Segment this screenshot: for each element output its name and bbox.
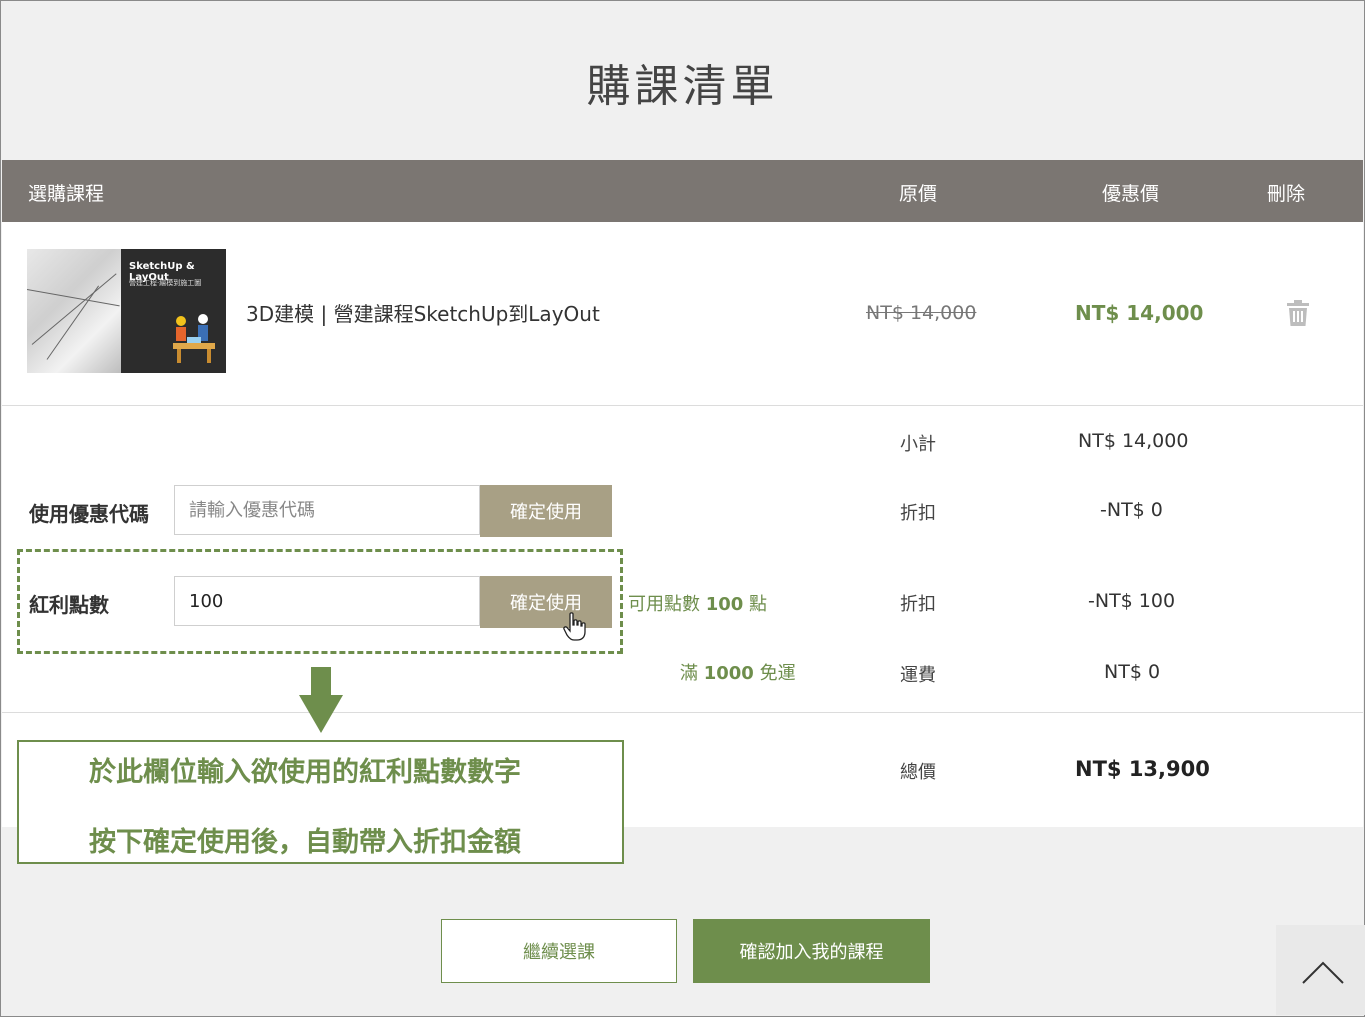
sale-price: NT$ 14,000 <box>1075 301 1204 325</box>
header-course: 選購課程 <box>28 183 105 205</box>
instruction-callout: 於此欄位輸入欲使用的紅利點數數字 按下確定使用後，自動帶入折扣金額 <box>17 740 624 864</box>
page-title: 購課清單 <box>586 61 779 112</box>
available-points-prefix: 可用點數 <box>628 594 700 615</box>
header-delete: 刪除 <box>1267 183 1306 205</box>
coupon-label: 使用優惠代碼 <box>29 502 149 526</box>
shipping-value: NT$ 0 <box>1104 661 1161 683</box>
points-discount-value: -NT$ 100 <box>1088 590 1176 612</box>
shipping-label: 運費 <box>900 665 936 686</box>
thumbnail-line <box>27 289 120 307</box>
free-shipping-suffix: 免運 <box>759 663 796 684</box>
header-sale-price: 優惠價 <box>1102 183 1160 205</box>
available-points-count: 100 <box>705 594 744 615</box>
free-shipping-prefix: 滿 <box>680 663 698 684</box>
coupon-apply-button[interactable]: 確定使用 <box>480 485 612 537</box>
original-price: NT$ 14,000 <box>866 302 977 324</box>
trash-icon[interactable] <box>1287 300 1309 326</box>
thumbnail-line <box>31 273 117 345</box>
scroll-top-button[interactable] <box>1276 925 1365 1015</box>
item-divider <box>2 405 1363 406</box>
continue-shopping-button[interactable]: 繼續選課 <box>441 919 677 983</box>
coupon-input[interactable] <box>174 485 480 535</box>
course-name[interactable]: 3D建模 | 營建課程SketchUp到LayOut <box>246 298 600 327</box>
worker-illustration-icon <box>173 314 215 363</box>
total-value: NT$ 13,900 <box>1075 757 1210 781</box>
thumbnail-blueprint-image <box>27 249 121 373</box>
total-label: 總價 <box>900 762 936 783</box>
arrow-down-icon <box>311 667 331 697</box>
confirm-add-courses-button[interactable]: 確認加入我的課程 <box>693 919 930 983</box>
subtotal-value: NT$ 14,000 <box>1078 430 1189 452</box>
cart-table-header: 選購課程 原價 優惠價 刪除 <box>2 160 1363 222</box>
coupon-discount-label: 折扣 <box>900 503 936 524</box>
chevron-up-icon <box>1302 961 1344 984</box>
free-shipping-amount: 1000 <box>703 663 754 684</box>
thumbnail-subtitle: 營建工程‧繪模到施工圖 <box>129 279 202 287</box>
subtotal-label: 小計 <box>900 434 936 455</box>
coupon-discount-value: -NT$ 0 <box>1100 499 1163 521</box>
course-thumbnail[interactable]: SketchUp & LayOut 營建工程‧繪模到施工圖 <box>27 249 226 373</box>
points-apply-button[interactable]: 確定使用 <box>480 576 612 628</box>
callout-line-1: 於此欄位輸入欲使用的紅利點數數字 <box>89 757 521 788</box>
free-shipping-note: 滿 1000 免運 <box>680 659 796 685</box>
header-original-price: 原價 <box>899 183 938 205</box>
summary-divider <box>2 712 1363 713</box>
hand-pointer-icon <box>563 612 586 641</box>
points-label: 紅利點數 <box>29 593 109 617</box>
arrow-down-head <box>299 695 343 733</box>
points-input[interactable] <box>174 576 480 626</box>
available-points-note: 可用點數 100 點 <box>628 590 767 616</box>
callout-line-2: 按下確定使用後，自動帶入折扣金額 <box>89 827 521 858</box>
available-points-suffix: 點 <box>749 594 768 615</box>
points-discount-label: 折扣 <box>900 594 936 615</box>
